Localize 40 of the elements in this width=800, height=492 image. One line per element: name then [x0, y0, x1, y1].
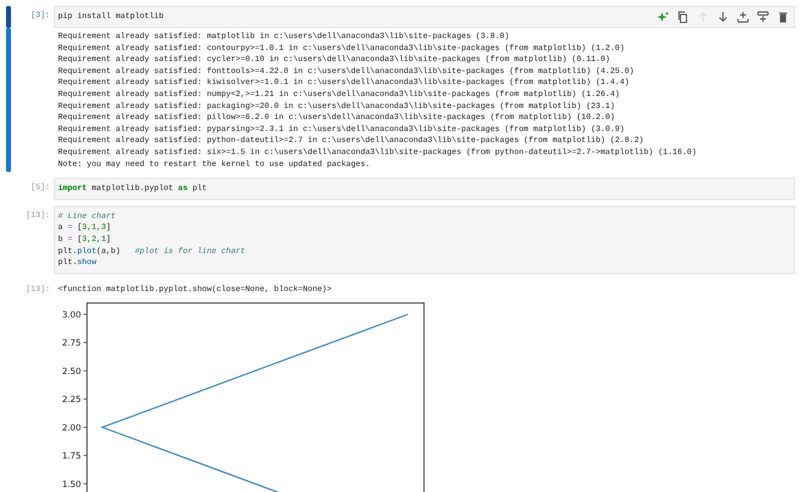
output-text: Requirement already satisfied: contourpy>=1.0.1 in c:\users\dell\anaconda3\lib\site-packages (from matplotlib) (1.2.0)	[58, 42, 626, 54]
tick-label: 2.50	[62, 367, 81, 378]
down-arrow-icon[interactable]	[717, 11, 729, 23]
output-text: Requirement already satisfied: kiwisolver>=1.0.1 in c:\users\dell\anaconda3\lib\site-packages (from matplotlib) (1.4.4)	[58, 77, 630, 89]
trash-icon[interactable]	[777, 11, 789, 23]
output-prompt: [13]:	[24, 284, 51, 296]
output-text: Note: you may need to restart the kernel to use updated packages.	[58, 158, 372, 170]
code-input-cell[interactable]: # Line chart a = [3,1,3] b = [3,2,1] plt.plot(a,b) #plot is for line chart plt.show	[54, 206, 795, 274]
code-input-cell[interactable]: import matplotlib.pyplot as plt	[54, 178, 795, 200]
input-prompt: [13]:	[24, 210, 51, 222]
tick-label: 2.25	[62, 395, 81, 406]
tick-label: 2.75	[62, 338, 81, 349]
output-text: Requirement already satisfied: six>=1.5 in c:\users\dell\anaconda3\lib\site-packages (from python-dateutil>=2.7->matplotlib) (1.16.0)	[58, 146, 698, 159]
tick-mark	[83, 398, 88, 400]
tick-mark	[83, 314, 88, 315]
output-text: Requirement already satisfied: packaging>=20.0 in c:\users\dell\anaconda3\lib\site-packages (from matplotlib) (23.1)	[58, 100, 616, 112]
output-text: Requirement already satisfied: numpy<2,>=1.21 in c:\users\dell\anaconda3\lib\site-packages (from matplotlib) (1.26.4)	[58, 88, 621, 101]
copy-icon[interactable]	[677, 11, 689, 23]
output-text: <function matplotlib.pyplot.show(close=None, block=None)>	[57, 284, 333, 296]
input-prompt: [3]:	[30, 10, 51, 22]
cell-collapser[interactable]	[6, 6, 11, 28]
insert-above-icon[interactable]	[737, 11, 749, 23]
code-input-cell[interactable]: pip install matplotlib	[54, 6, 795, 28]
tick-mark	[83, 455, 88, 456]
output-text: Requirement already satisfied: pyparsing>=2.3.1 in c:\users\dell\anaconda3\lib\site-packages (from matplotlib) (3.0.9)	[58, 124, 626, 136]
input-prompt: [5]:	[30, 182, 51, 194]
output-text: Requirement already satisfied: matplotlib in c:\users\dell\anaconda3\lib\site-packages (3.8.0)	[58, 31, 510, 43]
sparkle-icon[interactable]	[657, 11, 669, 23]
tick-mark	[83, 370, 88, 372]
insert-below-icon[interactable]	[757, 11, 769, 23]
tick-mark	[83, 427, 88, 428]
output-text: Requirement already satisfied: cycler>=0.10 in c:\users\dell\anaconda3\lib\site-packages (from matplotlib) (0.11.0)	[58, 54, 612, 66]
tick-label: 3.00	[62, 310, 81, 321]
tick-label: 1.75	[62, 452, 81, 462]
tick-label: 1.50	[62, 480, 81, 490]
output-text: Requirement already satisfied: fonttools>=4.22.0 in c:\users\dell\anaconda3\lib\site-packages (from matplotlib) (4.25.0)	[58, 66, 636, 78]
tick-mark	[83, 342, 88, 344]
output-text: Requirement already satisfied: python-dateutil>=2.7 in c:\users\dell\anaconda3\lib\site-packages (from matplotlib) (2.8.2)	[58, 135, 645, 147]
tick-label: 2.00	[62, 424, 81, 434]
output-text: Requirement already satisfied: pillow>=6.2.0 in c:\users\dell\anaconda3\lib\site-packages (from matplotlib) (10.2.0)	[58, 112, 616, 124]
